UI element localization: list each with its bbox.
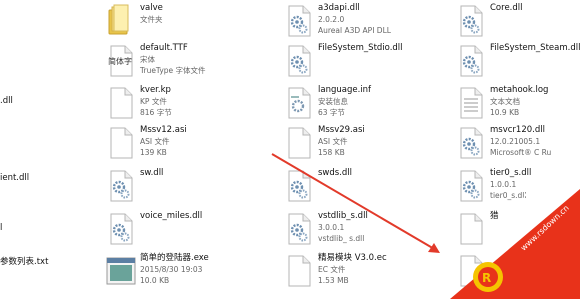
file-size: vstdlib_ s.dll	[318, 234, 365, 243]
file-name: FileSystem_Steam.dll	[490, 43, 580, 53]
file-name: vstdlib_s.dll	[318, 211, 368, 221]
folder-icon	[106, 4, 136, 38]
dll-gear-icon	[106, 169, 136, 203]
file-size: Microsoft® C Ru	[490, 148, 552, 157]
file-name: kver.kp	[140, 85, 171, 95]
file-name: valve	[140, 3, 163, 13]
file-name: 精易模块 V3.0.ec	[318, 253, 387, 263]
file-name: Mssv12.asi	[140, 125, 187, 135]
file-size: Aureal A3D API DLL	[318, 26, 391, 35]
file-type: 2.0.2.0	[318, 15, 345, 24]
blank-file-icon	[284, 254, 314, 288]
file-name: Core.dll	[490, 3, 523, 13]
file-type: 2015/8/30 19:03	[140, 265, 203, 274]
file-type: 宋体	[140, 55, 155, 64]
dll-gear-icon	[284, 44, 314, 78]
dll-gear-icon	[456, 4, 486, 38]
dll-gear-icon	[456, 126, 486, 160]
exe-window-icon	[106, 254, 136, 288]
file-type: 12.0.21005.1	[490, 137, 541, 146]
blank-file-icon	[106, 126, 136, 160]
file-size: 158 KB	[318, 148, 345, 157]
font-preview-glyph: 简体字	[108, 57, 132, 66]
file-name: Mssv29.asi	[318, 125, 365, 135]
file-name: voice_miles.dll	[140, 211, 203, 221]
file-name: default.TTF	[140, 43, 188, 53]
file-name: swds.dll	[318, 168, 353, 178]
dll-gear-icon	[456, 44, 486, 78]
dll-gear-icon	[284, 212, 314, 246]
left-fragment[interactable]: .dll	[0, 96, 13, 106]
file-type: ASI 文件	[140, 137, 170, 146]
file-size: 816 字节	[140, 108, 172, 117]
file-type: ASI 文件	[318, 137, 348, 146]
file-name: 简单的登陆器.exe	[140, 253, 209, 263]
blank-file-icon	[284, 126, 314, 160]
font-file-icon: 简体字	[106, 44, 136, 78]
file-type: EC 文件	[318, 265, 346, 274]
file-type: 文件夹	[140, 15, 163, 24]
left-fragment[interactable]: l	[0, 223, 2, 233]
file-type: 3.0.0.1	[318, 223, 345, 232]
file-size: TrueType 字体文件	[140, 66, 206, 75]
dll-gear-icon	[284, 4, 314, 38]
file-size: 10.0 KB	[140, 276, 170, 285]
dll-gear-icon	[106, 212, 136, 246]
file-type: 文本文档	[490, 97, 520, 106]
blank-file-icon	[106, 86, 136, 120]
file-name: sw.dll	[140, 168, 164, 178]
file-type: 安装信息	[318, 97, 348, 106]
file-size: 139 KB	[140, 148, 167, 157]
file-size: 10.9 KB	[490, 108, 520, 117]
file-name: a3dapi.dll	[318, 3, 360, 13]
left-fragment[interactable]: 参数列表.txt	[0, 255, 48, 267]
svg-text:R: R	[482, 271, 491, 285]
file-size: 63 字节	[318, 108, 345, 117]
text-document-icon	[456, 86, 486, 120]
file-name: metahook.log	[490, 85, 549, 95]
file-name: FileSystem_Stdio.dll	[318, 43, 403, 53]
left-fragment[interactable]: ient.dll	[0, 173, 29, 183]
inf-file-icon	[284, 86, 314, 120]
file-name: language.inf	[318, 85, 372, 95]
file-size: 1.53 MB	[318, 276, 349, 285]
dll-gear-icon	[284, 169, 314, 203]
file-name: msvcr120.dll	[490, 125, 545, 135]
file-type: KP 文件	[140, 97, 167, 106]
